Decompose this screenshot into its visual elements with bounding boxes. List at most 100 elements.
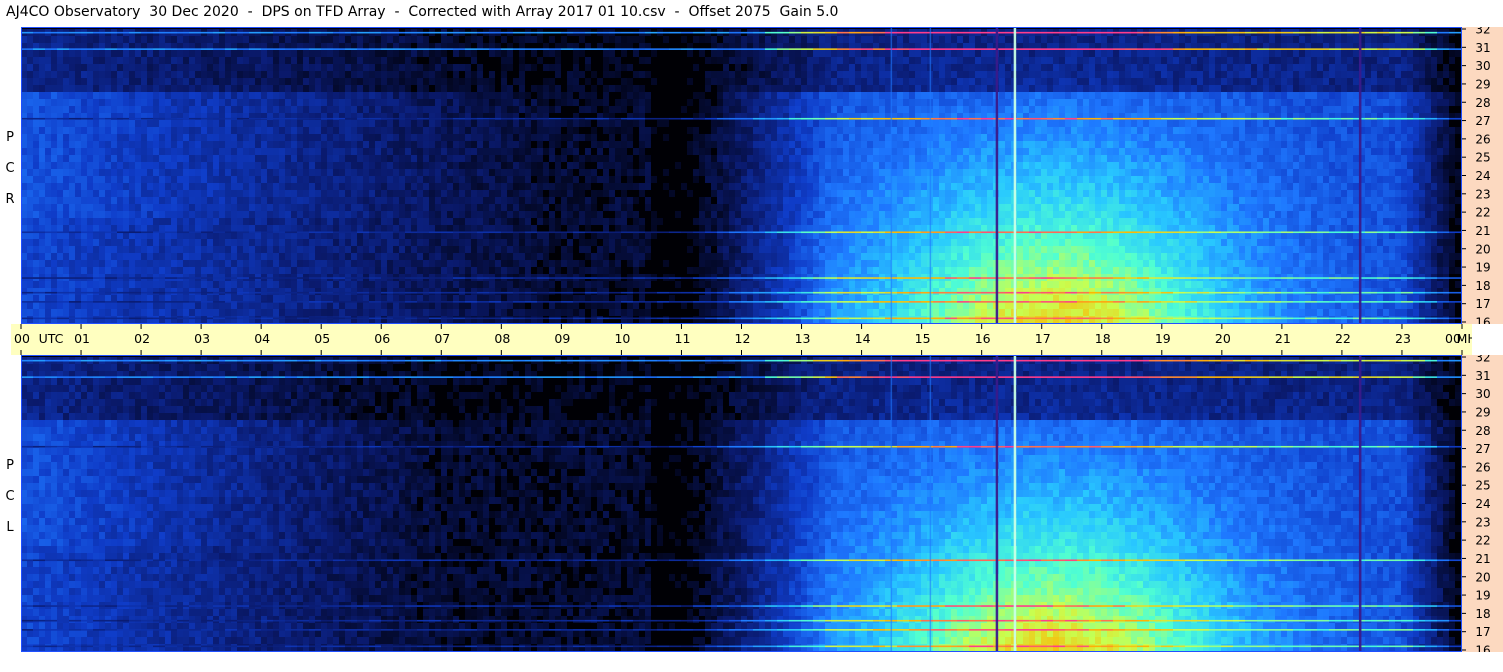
rcp-carrier-3 (1329, 231, 1341, 234)
utc-label-6: 06 (374, 331, 390, 346)
rcp-carrier-7 (45, 317, 57, 320)
lcp-carrier-2 (561, 445, 573, 448)
rcp-carrier-6 (1029, 301, 1041, 303)
lcp-carrier-7 (1173, 645, 1185, 648)
lcp-freq-label-26: 26 (1475, 460, 1490, 474)
lcp-carrier-6 (381, 629, 393, 631)
rcp-carrier-5 (381, 291, 393, 294)
lcp-carrier-6 (561, 629, 573, 631)
lcp-carrier-1 (825, 376, 837, 378)
rcp-carrier-4 (753, 277, 765, 279)
lcp-carrier-5 (45, 619, 57, 622)
lcp-carrier-1 (669, 376, 681, 378)
lcp-carrier-6 (153, 629, 165, 631)
lcp-carrier-3 (1425, 559, 1437, 562)
lcp-carrier-4 (297, 605, 309, 607)
rcp-carrier-1 (1113, 48, 1125, 50)
rcp-carrier-6 (69, 301, 81, 303)
rcp-carrier-1 (1065, 48, 1077, 50)
rcp-carrier-0 (1401, 31, 1413, 34)
lcp-carrier-5 (897, 619, 909, 622)
lcp-carrier-3 (177, 559, 189, 562)
lcp-carrier-0 (849, 359, 861, 362)
lcp-carrier-0 (1449, 359, 1461, 362)
rcp-carrier-6 (1317, 301, 1329, 303)
lcp-carrier-6 (333, 629, 345, 631)
lcp-carrier-1 (1173, 376, 1185, 378)
utc-label-18: 18 (1095, 331, 1111, 346)
lcp-carrier-1 (201, 376, 213, 378)
lcp-carrier-7 (1329, 645, 1341, 648)
lcp-carrier-1 (1437, 376, 1449, 378)
lcp-carrier-5 (597, 619, 609, 622)
rcp-carrier-1 (489, 48, 501, 50)
lcp-carrier-5 (1101, 619, 1113, 622)
rcp-carrier-5 (789, 291, 801, 294)
lcp-carrier-7 (921, 645, 933, 648)
rcp-carrier-2 (1401, 117, 1413, 120)
lcp-carrier-7 (945, 645, 957, 648)
lcp-carrier-6 (321, 629, 333, 631)
lcp-carrier-5 (1317, 619, 1329, 622)
lcp-carrier-5 (1437, 619, 1449, 622)
lcp-carrier-0 (1053, 359, 1065, 362)
lcp-carrier-0 (249, 359, 261, 362)
rcp-carrier-4 (1389, 277, 1401, 279)
lcp-carrier-6 (453, 629, 465, 631)
rcp-carrier-4 (717, 277, 729, 279)
lcp-carrier-3 (381, 559, 393, 562)
lcp-carrier-1 (705, 376, 717, 378)
lcp-carrier-0 (693, 359, 705, 362)
lcp-carrier-0 (717, 359, 729, 362)
lcp-carrier-1 (477, 376, 489, 378)
rcp-carrier-5 (1413, 291, 1425, 294)
lcp-carrier-1 (1113, 376, 1125, 378)
lcp-carrier-7 (453, 645, 465, 648)
rcp-carrier-0 (21, 31, 33, 34)
lcp-carrier-6 (897, 629, 909, 631)
lcp-carrier-6 (57, 629, 69, 631)
rcp-carrier-3 (813, 231, 825, 234)
lcp-carrier-2 (1341, 445, 1353, 448)
rcp-carrier-3 (969, 231, 981, 234)
rcp-carrier-2 (729, 117, 741, 120)
lcp-carrier-5 (105, 619, 117, 622)
rcp-carrier-2 (225, 117, 237, 120)
rcp-carrier-5 (1317, 291, 1329, 294)
lcp-carrier-4 (1389, 605, 1401, 607)
rcp-carrier-5 (669, 291, 681, 294)
rcp-freq-label-18: 18 (1475, 279, 1490, 293)
lcp-carrier-6 (45, 629, 57, 631)
rcp-carrier-0 (933, 31, 945, 34)
rcp-carrier-6 (1245, 301, 1257, 303)
rcp-carrier-5 (177, 291, 189, 294)
rcp-carrier-2 (1185, 117, 1197, 120)
rcp-carrier-2 (513, 117, 525, 120)
lcp-carrier-2 (1089, 445, 1101, 448)
lcp-carrier-2 (153, 445, 165, 448)
lcp-carrier-1 (129, 376, 141, 378)
lcp-carrier-5 (1197, 619, 1209, 622)
rcp-carrier-1 (657, 48, 669, 50)
rcp-carrier-0 (645, 31, 657, 34)
lcp-carrier-5 (213, 619, 225, 622)
rcp-carrier-7 (801, 317, 813, 320)
rcp-carrier-7 (213, 317, 225, 320)
rcp-carrier-6 (369, 301, 381, 303)
lcp-carrier-3 (501, 559, 513, 562)
lcp-carrier-7 (693, 645, 705, 648)
rcp-carrier-1 (201, 48, 213, 50)
rcp-carrier-7 (981, 317, 993, 320)
rcp-carrier-2 (21, 117, 33, 120)
lcp-carrier-5 (297, 619, 309, 622)
rcp-carrier-3 (165, 231, 177, 234)
lcp-carrier-7 (1305, 645, 1317, 648)
lcp-carrier-3 (1041, 559, 1053, 562)
rcp-carrier-1 (621, 48, 633, 50)
rcp-carrier-2 (1089, 117, 1101, 120)
lcp-carrier-0 (621, 359, 633, 362)
rcp-carrier-6 (129, 301, 141, 303)
rcp-carrier-1 (549, 48, 561, 50)
lcp-carrier-0 (285, 359, 297, 362)
rcp-carrier-6 (105, 301, 117, 303)
